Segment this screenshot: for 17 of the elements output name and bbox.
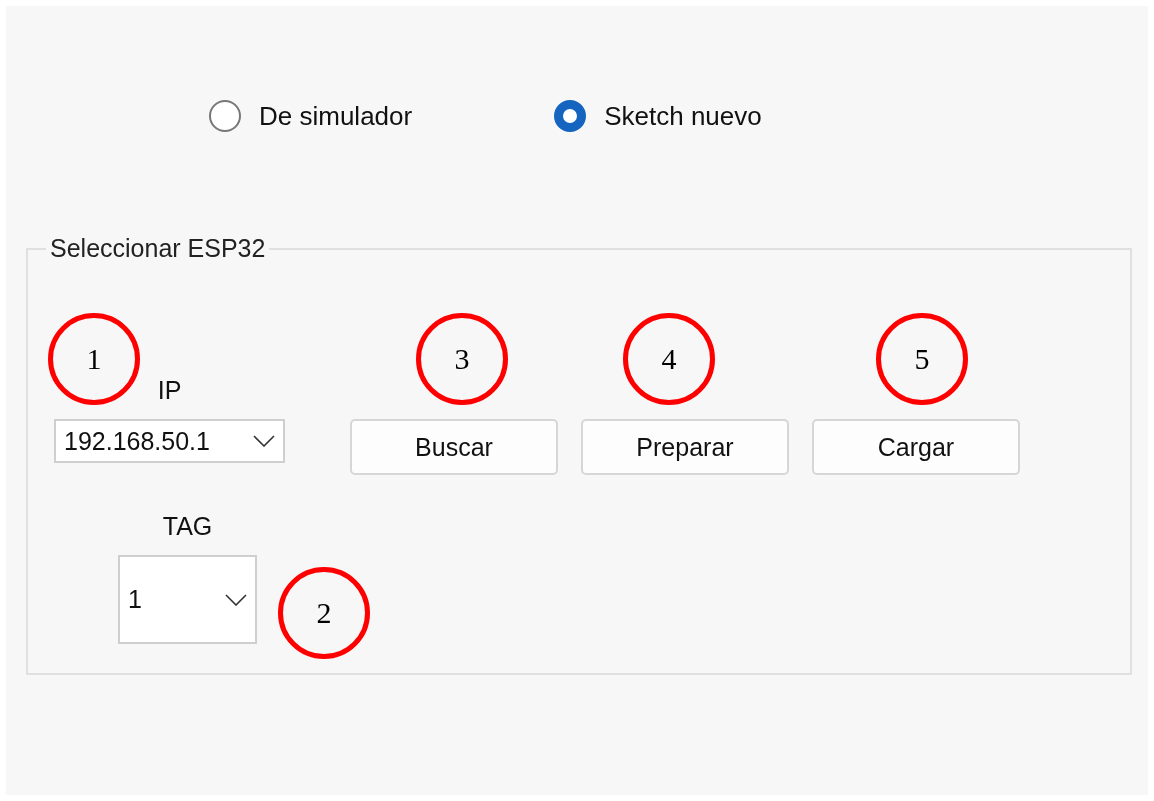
action-button[interactable]: Buscar <box>350 419 558 475</box>
number-annotation: 3 <box>416 313 508 405</box>
group-title: Seleccionar ESP32 <box>49 234 267 263</box>
tag-dropdown[interactable]: 1 <box>118 555 257 644</box>
number-annotation: 5 <box>876 313 968 405</box>
number-annotation: 1 <box>48 313 140 405</box>
action-button[interactable]: Preparar <box>581 419 789 475</box>
radio-option[interactable]: De simulador <box>209 100 413 132</box>
chevron-icon <box>253 435 275 447</box>
ip-label: IP <box>157 375 182 406</box>
radio-option[interactable]: Sketch nuevo <box>554 100 762 132</box>
number-annotation: 2 <box>278 567 370 659</box>
tag-label: TAG <box>162 511 213 542</box>
ip-dropdown[interactable]: 192.168.50.1 <box>54 419 285 463</box>
action-button[interactable]: Cargar <box>812 419 1020 475</box>
chevron-icon <box>225 593 247 606</box>
number-annotation: 4 <box>623 313 715 405</box>
